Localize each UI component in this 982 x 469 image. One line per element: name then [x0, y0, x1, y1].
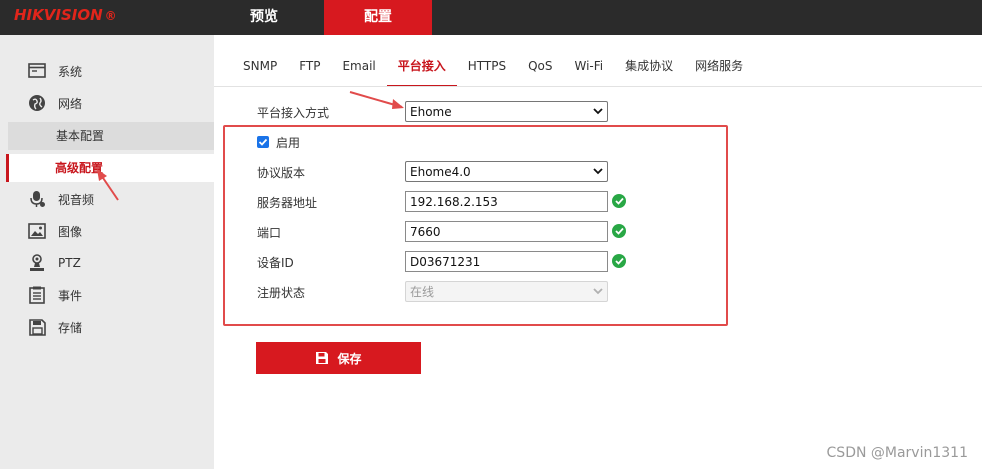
register-status-label: 注册状态: [257, 286, 306, 300]
sidebar-item-label: 系统: [58, 64, 83, 79]
save-button-label: 保存: [337, 351, 362, 366]
tab-integration-protocol[interactable]: 集成协议: [614, 47, 684, 87]
checkmark-icon: [258, 138, 268, 146]
tab-snmp[interactable]: SNMP: [232, 47, 288, 87]
access-mode-select[interactable]: Ehome: [405, 101, 608, 122]
tab-platform-access[interactable]: 平台接入: [386, 47, 457, 87]
valid-check-icon: [612, 254, 626, 268]
arrow-to-access-mode: [349, 91, 404, 109]
top-bar: HIKVISION ® 预览 配置: [0, 0, 982, 35]
logo-registered-mark: ®: [104, 9, 117, 23]
register-status-value: 在线: [410, 285, 435, 299]
tab-preview[interactable]: 预览: [210, 0, 318, 35]
sidebar-item-network[interactable]: 网络: [0, 89, 214, 117]
port-input[interactable]: 7660: [405, 221, 608, 242]
sidebar-item-label: 网络: [58, 96, 83, 111]
access-mode-value: Ehome: [410, 104, 452, 119]
sidebar-subitem-basic[interactable]: 基本配置: [8, 122, 214, 150]
valid-check-icon: [612, 194, 626, 208]
globe-icon: [28, 94, 46, 112]
sidebar-item-ptz[interactable]: PTZ: [0, 249, 214, 277]
sidebar-item-label: 存储: [58, 320, 83, 335]
tab-qos[interactable]: QoS: [517, 47, 563, 87]
server-address-input[interactable]: 192.168.2.153: [405, 191, 608, 212]
logo-text: HIKVISION: [14, 6, 103, 24]
sidebar-item-label: 视音频: [58, 192, 95, 207]
config-subtabs: SNMP FTP Email 平台接入 HTTPS QoS Wi-Fi 集成协议…: [232, 47, 754, 87]
sidebar-item-label: PTZ: [58, 256, 81, 270]
save-icon: [315, 351, 329, 365]
tab-wifi[interactable]: Wi-Fi: [564, 47, 615, 87]
storage-icon: [28, 318, 46, 336]
register-status-select: 在线: [405, 281, 608, 302]
tab-network-service[interactable]: 网络服务: [684, 47, 754, 87]
sidebar-item-image[interactable]: 图像: [0, 217, 214, 245]
valid-check-icon: [612, 224, 626, 238]
subtab-divider: [214, 86, 982, 87]
sidebar-subitem-advanced[interactable]: 高级配置: [6, 154, 214, 182]
device-id-input[interactable]: D03671231: [405, 251, 608, 272]
hikvision-logo: HIKVISION ®: [14, 6, 117, 24]
watermark: CSDN @Marvin1311: [826, 445, 968, 461]
image-icon: [28, 222, 46, 240]
sidebar-item-label: 事件: [58, 288, 83, 303]
port-label: 端口: [257, 226, 282, 240]
sidebar: 系统 网络 基本配置 高级配置 视音频 图像 PTZ 事件 存储: [0, 35, 214, 469]
top-nav: 预览 配置: [210, 0, 432, 35]
enable-checkbox[interactable]: [257, 136, 269, 148]
sidebar-item-video-audio[interactable]: 视音频: [0, 185, 214, 213]
event-icon: [28, 286, 46, 304]
chevron-down-icon: [593, 167, 603, 177]
sidebar-item-system[interactable]: 系统: [0, 57, 214, 85]
protocol-version-label: 协议版本: [257, 166, 306, 180]
device-id-label: 设备ID: [257, 256, 294, 270]
access-mode-label: 平台接入方式: [257, 106, 330, 120]
monitor-icon: [28, 62, 46, 80]
mic-icon: [28, 190, 46, 208]
tab-https[interactable]: HTTPS: [457, 47, 517, 87]
tab-ftp[interactable]: FTP: [288, 47, 331, 87]
sidebar-item-event[interactable]: 事件: [0, 281, 214, 309]
chevron-down-icon: [593, 287, 603, 297]
save-button[interactable]: 保存: [256, 342, 421, 374]
tab-email[interactable]: Email: [331, 47, 386, 87]
chevron-down-icon: [593, 107, 603, 117]
sidebar-item-label: 图像: [58, 224, 83, 239]
protocol-version-value: Ehome4.0: [410, 164, 471, 179]
server-address-label: 服务器地址: [257, 196, 318, 210]
sidebar-item-storage[interactable]: 存储: [0, 313, 214, 341]
tab-configuration[interactable]: 配置: [324, 0, 432, 35]
protocol-version-select[interactable]: Ehome4.0: [405, 161, 608, 182]
ptz-icon: [28, 254, 46, 272]
enable-label: 启用: [276, 136, 301, 150]
